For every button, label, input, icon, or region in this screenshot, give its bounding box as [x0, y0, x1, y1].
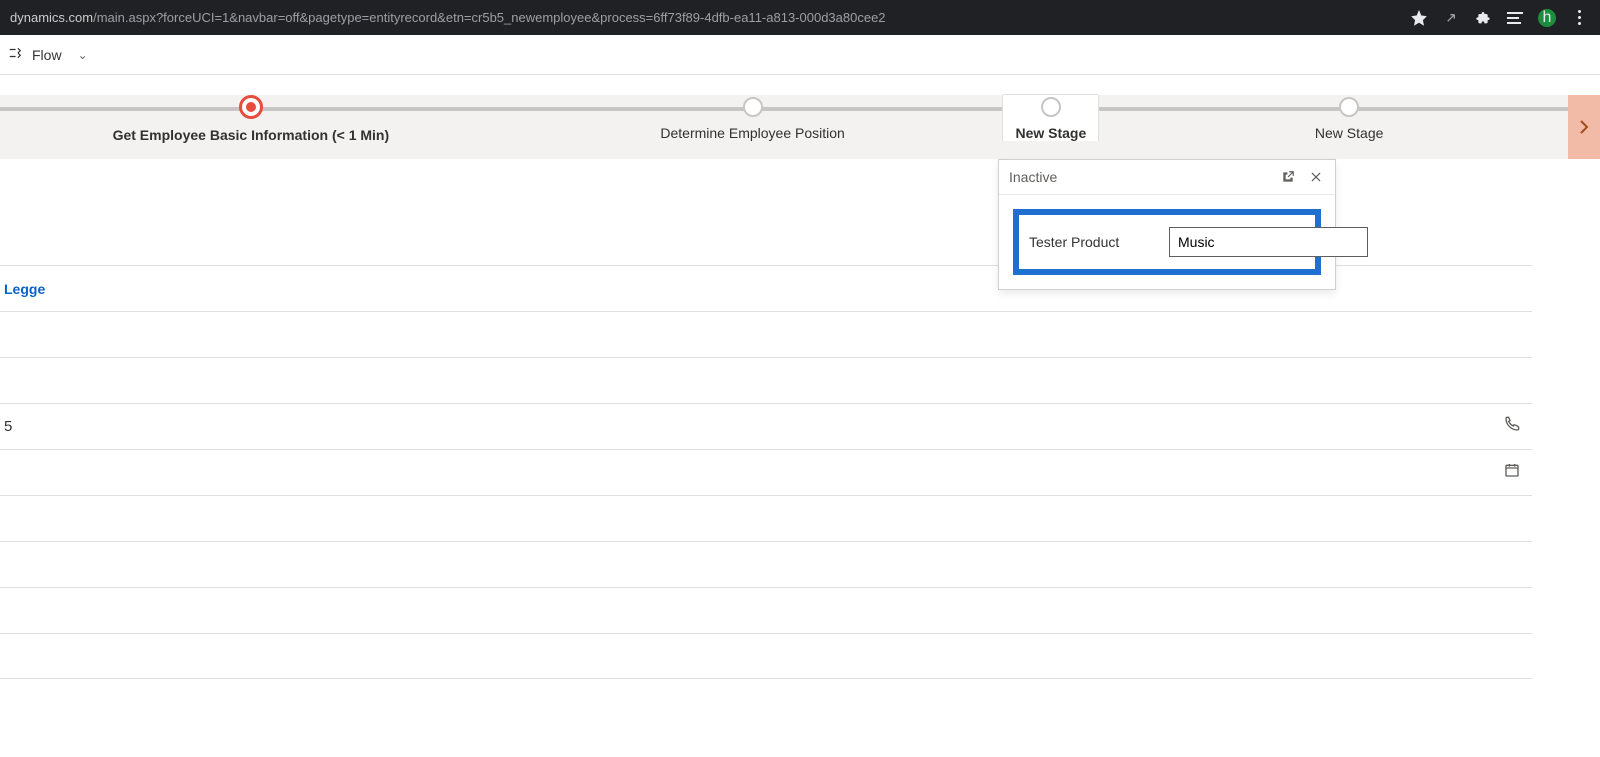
stage-flyout: Inactive Tester Product — [998, 159, 1336, 290]
tester-product-field: Tester Product — [1013, 209, 1321, 275]
process-next-button[interactable] — [1568, 95, 1600, 159]
calendar-icon[interactable] — [1504, 462, 1520, 483]
form-row[interactable] — [0, 587, 1532, 633]
process-stage-2[interactable]: Determine Employee Position — [502, 95, 1004, 141]
chevron-down-icon[interactable]: ⌄ — [78, 48, 88, 62]
stage-dot-active-icon — [239, 95, 263, 119]
process-stage-3[interactable]: New Stage — [1003, 95, 1098, 141]
flyout-header: Inactive — [999, 160, 1335, 195]
flyout-status: Inactive — [1009, 169, 1057, 185]
form-area: Legge 5 — [0, 219, 1600, 679]
form-row-phone[interactable]: 5 — [0, 403, 1532, 449]
form-row[interactable] — [0, 633, 1532, 679]
share-icon[interactable] — [1442, 9, 1460, 27]
extensions-icon[interactable] — [1474, 9, 1492, 27]
flyout-body: Tester Product — [999, 195, 1335, 289]
form-row[interactable] — [0, 541, 1532, 587]
field-label: Tester Product — [1029, 234, 1159, 250]
command-bar: Flow ⌄ — [0, 35, 1600, 75]
form-row[interactable] — [0, 495, 1532, 541]
browser-url[interactable]: dynamics.com/main.aspx?forceUCI=1&navbar… — [8, 10, 1410, 25]
form-row[interactable] — [0, 357, 1532, 403]
form-row[interactable] — [0, 311, 1532, 357]
phone-value: 5 — [4, 418, 12, 435]
close-icon[interactable] — [1307, 168, 1325, 186]
popout-icon[interactable] — [1279, 168, 1297, 186]
flow-icon — [8, 46, 22, 63]
stage-label: Determine Employee Position — [502, 125, 1004, 141]
stage-label: New Stage — [1098, 125, 1600, 141]
process-flow: Get Employee Basic Information (< 1 Min)… — [0, 95, 1600, 159]
process-stage-1[interactable]: Get Employee Basic Information (< 1 Min) — [0, 95, 502, 143]
url-domain: dynamics.com — [10, 10, 93, 25]
phone-icon[interactable] — [1504, 416, 1520, 437]
url-path: /main.aspx?forceUCI=1&navbar=off&pagetyp… — [93, 10, 885, 25]
browser-menu-icon[interactable] — [1570, 9, 1588, 27]
browser-bar: dynamics.com/main.aspx?forceUCI=1&navbar… — [0, 0, 1600, 35]
avatar-letter: h — [1543, 9, 1552, 27]
star-icon[interactable] — [1410, 9, 1428, 27]
stage-label: Get Employee Basic Information (< 1 Min) — [0, 127, 502, 143]
form-row-date[interactable] — [0, 449, 1532, 495]
employee-lookup-link[interactable]: Legge — [4, 281, 45, 297]
tester-product-input[interactable] — [1169, 227, 1368, 257]
stage-dot-icon — [1041, 97, 1061, 117]
reading-list-icon[interactable] — [1506, 9, 1524, 27]
flow-button[interactable]: Flow — [32, 47, 62, 63]
stage-dot-icon — [743, 97, 763, 117]
process-stage-4[interactable]: New Stage — [1098, 95, 1600, 141]
stage-dot-icon — [1339, 97, 1359, 117]
profile-avatar[interactable]: h — [1538, 9, 1556, 27]
stage-label: New Stage — [1015, 125, 1086, 141]
